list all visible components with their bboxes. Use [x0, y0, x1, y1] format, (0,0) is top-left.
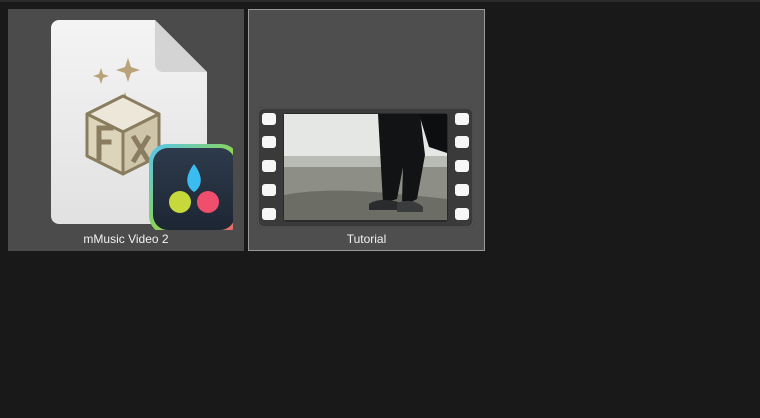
file-item-mmusic-video-2[interactable]: mMusic Video 2	[8, 9, 244, 251]
video-file-thumbnail	[257, 107, 474, 228]
file-name-label: Tutorial	[346, 232, 387, 246]
file-name-label: mMusic Video 2	[83, 232, 169, 246]
file-grid: mMusic Video 2 Tutorial	[0, 0, 760, 418]
file-item-tutorial[interactable]: Tutorial	[248, 9, 485, 251]
resolve-fx-project-file-icon	[47, 16, 233, 230]
